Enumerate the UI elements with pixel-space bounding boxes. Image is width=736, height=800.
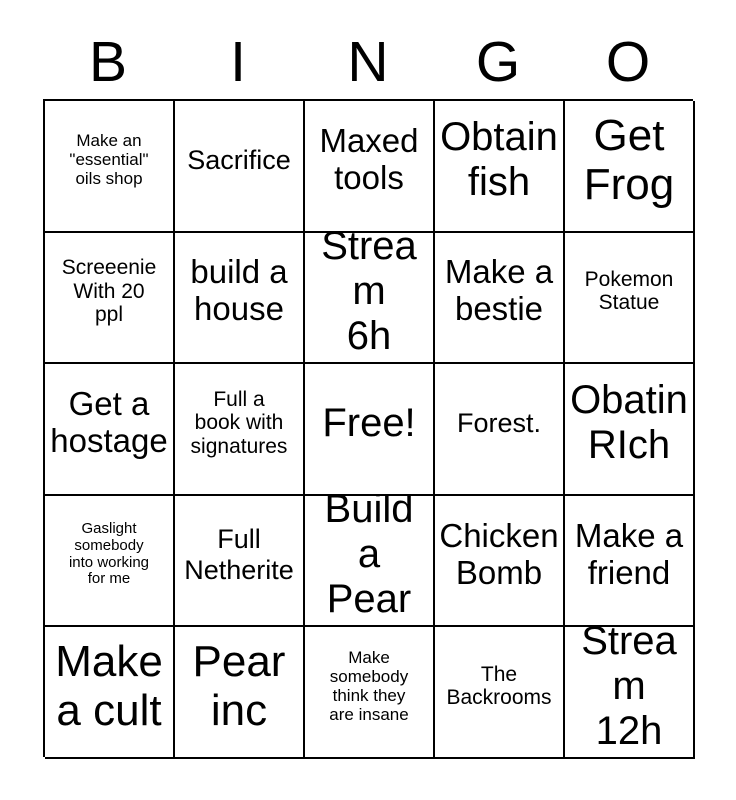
bingo-cell-label: The Backrooms <box>446 662 552 710</box>
bingo-cell-label: build a house <box>190 253 288 328</box>
bingo-cell-label: Stream 6h <box>321 232 417 358</box>
bingo-cell[interactable]: Full a book with signatures <box>175 364 305 496</box>
bingo-cell-label: Make a bestie <box>444 253 554 328</box>
bingo-cell-label: Make an "essential" oils shop <box>69 131 149 189</box>
bingo-cell-label: Chicken Bomb <box>439 516 559 591</box>
bingo-cell[interactable]: Pokemon Statue <box>565 232 695 365</box>
bingo-cell-label: Build a Pear <box>324 495 414 621</box>
bingo-cell[interactable]: Full Netherite <box>175 495 305 628</box>
bingo-cell[interactable]: Make a cult <box>45 627 175 759</box>
bingo-cell[interactable]: Obtain fish <box>435 101 565 233</box>
bingo-cell[interactable]: Obatin RIch <box>565 364 695 496</box>
bingo-cell[interactable]: Make an "essential" oils shop <box>45 101 175 233</box>
bingo-cell[interactable]: Stream 12h <box>565 627 695 759</box>
bingo-cell[interactable]: The Backrooms <box>435 627 565 759</box>
bingo-cell-label: Stream 12h <box>581 627 677 753</box>
bingo-cell-label: Free! <box>322 400 416 445</box>
bingo-cell-label: Sacrifice <box>187 144 291 175</box>
bingo-header: B I N G O <box>43 26 693 98</box>
bingo-cell[interactable]: Sacrifice <box>175 101 305 233</box>
bingo-cell[interactable]: Stream 6h <box>305 232 435 365</box>
bingo-cell-label: Obtain fish <box>440 115 558 204</box>
bingo-cell[interactable]: build a house <box>175 232 305 365</box>
bingo-cell-label: Screeenie With 20 ppl <box>61 256 157 327</box>
bingo-cell-label: Make somebody think they are insane <box>329 648 409 725</box>
bingo-cell-label: Pokemon Statue <box>584 267 674 315</box>
bingo-cell-label: Pear inc <box>192 636 286 736</box>
bingo-cell-label: Obatin RIch <box>570 378 688 467</box>
bingo-grid: Make an "essential" oils shop Sacrifice Ma… <box>43 99 695 759</box>
bingo-cell[interactable]: Make a friend <box>565 495 695 628</box>
bingo-cell-label: Full a book with signatures <box>190 387 288 458</box>
bingo-cell-label: Forest. <box>456 407 542 438</box>
header-letter-i: I <box>230 29 246 94</box>
bingo-card: B I N G O Make an "essential" oils shop S… <box>0 0 736 800</box>
bingo-cell[interactable]: Get Frog <box>565 101 695 233</box>
bingo-cell[interactable]: Forest. <box>435 364 565 496</box>
bingo-cell[interactable]: Get a hostage <box>45 364 175 496</box>
bingo-cell[interactable]: Maxed tools <box>305 101 435 233</box>
header-letter-n: N <box>347 29 389 94</box>
header-letter-b: B <box>88 29 128 94</box>
bingo-cell[interactable]: Gaslight somebody into working for me <box>45 495 175 628</box>
bingo-cell[interactable]: Make somebody think they are insane <box>305 627 435 759</box>
bingo-cell-label: Gaslight somebody into working for me <box>68 519 150 588</box>
bingo-cell[interactable]: Pear inc <box>175 627 305 759</box>
bingo-cell[interactable]: Build a Pear <box>305 495 435 628</box>
bingo-cell-label: Make a friend <box>574 516 684 591</box>
bingo-cell[interactable]: Screeenie With 20 ppl <box>45 232 175 365</box>
bingo-cell-label: Make a cult <box>55 636 163 736</box>
bingo-cell[interactable]: Free! <box>305 364 435 496</box>
bingo-cell[interactable]: Make a bestie <box>435 232 565 365</box>
bingo-cell-label: Get Frog <box>583 110 675 209</box>
header-letter-g: G <box>475 29 521 94</box>
bingo-cell-label: Maxed tools <box>319 121 419 196</box>
bingo-cell-label: Get a hostage <box>50 385 168 459</box>
bingo-cell-label: Full Netherite <box>184 524 294 585</box>
bingo-cell[interactable]: Chicken Bomb <box>435 495 565 628</box>
header-letter-o: O <box>605 29 651 94</box>
